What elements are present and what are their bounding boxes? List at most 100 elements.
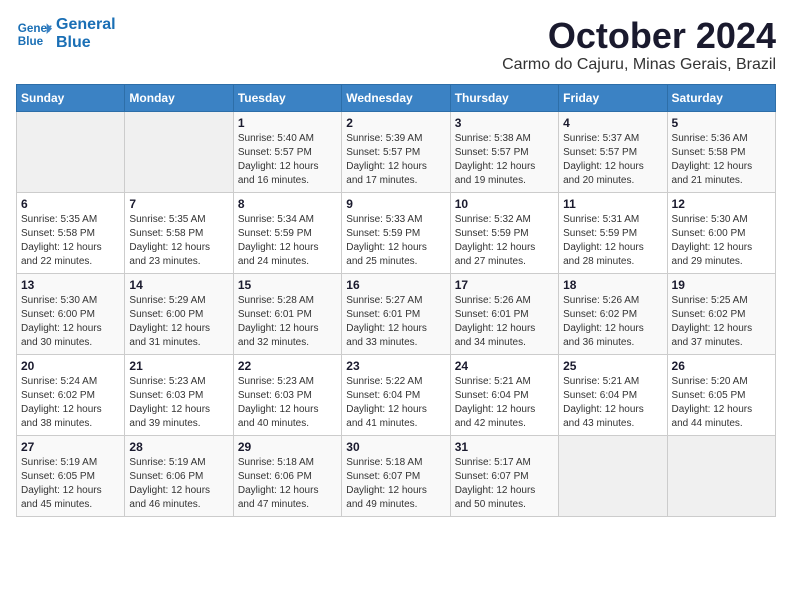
calendar-cell: 17 Sunrise: 5:26 AMSunset: 6:01 PMDayligh…: [450, 273, 558, 354]
day-number: 4: [563, 116, 662, 130]
calendar-cell: 15 Sunrise: 5:28 AMSunset: 6:01 PMDayligh…: [233, 273, 341, 354]
day-number: 14: [129, 278, 228, 292]
calendar-cell: 18 Sunrise: 5:26 AMSunset: 6:02 PMDayligh…: [559, 273, 667, 354]
day-info: Sunrise: 5:28 AMSunset: 6:01 PMDaylight:…: [238, 294, 337, 350]
weekday-header-wednesday: Wednesday: [342, 84, 450, 111]
calendar-cell: 22 Sunrise: 5:23 AMSunset: 6:03 PMDayligh…: [233, 354, 341, 435]
day-number: 29: [238, 440, 337, 454]
calendar-cell: 6Sunrise: 5:35 AMSunset: 5:58 PMDaylight…: [17, 192, 125, 273]
day-number: 13: [21, 278, 120, 292]
calendar-cell: 21 Sunrise: 5:23 AMSunset: 6:03 PMDayligh…: [125, 354, 233, 435]
day-info: Sunrise: 5:36 AMSunset: 5:58 PMDaylight:…: [672, 132, 771, 188]
day-number: 3: [455, 116, 554, 130]
day-info: Sunrise: 5:20 AMSunset: 6:05 PMDaylight:…: [672, 375, 771, 431]
week-row-1: 6Sunrise: 5:35 AMSunset: 5:58 PMDaylight…: [17, 192, 776, 273]
day-info: Sunrise: 5:38 AMSunset: 5:57 PMDaylight:…: [455, 132, 554, 188]
day-number: 26: [672, 359, 771, 373]
day-number: 27: [21, 440, 120, 454]
calendar-cell: 8 Sunrise: 5:34 AMSunset: 5:59 PMDaylight…: [233, 192, 341, 273]
calendar-cell: 24 Sunrise: 5:21 AMSunset: 6:04 PMDayligh…: [450, 354, 558, 435]
day-info: Sunrise: 5:26 AMSunset: 6:01 PMDaylight:…: [455, 294, 554, 350]
day-number: 31: [455, 440, 554, 454]
day-number: 23: [346, 359, 445, 373]
day-info: Sunrise: 5:23 AMSunset: 6:03 PMDaylight:…: [238, 375, 337, 431]
calendar-cell: 4 Sunrise: 5:37 AMSunset: 5:57 PMDaylight…: [559, 111, 667, 192]
calendar-cell: 26 Sunrise: 5:20 AMSunset: 6:05 PMDayligh…: [667, 354, 775, 435]
calendar-cell: 5Sunrise: 5:36 AMSunset: 5:58 PMDaylight…: [667, 111, 775, 192]
day-info: Sunrise: 5:19 AMSunset: 6:05 PMDaylight:…: [21, 456, 120, 512]
week-row-0: 1 Sunrise: 5:40 AMSunset: 5:57 PMDaylight…: [17, 111, 776, 192]
day-info: Sunrise: 5:21 AMSunset: 6:04 PMDaylight:…: [455, 375, 554, 431]
calendar-table: SundayMondayTuesdayWednesdayThursdayFrid…: [16, 84, 776, 517]
main-title: October 2024: [502, 16, 776, 56]
weekday-header-friday: Friday: [559, 84, 667, 111]
subtitle: Carmo do Cajuru, Minas Gerais, Brazil: [502, 56, 776, 74]
logo-icon: General Blue: [16, 16, 52, 52]
day-number: 8: [238, 197, 337, 211]
calendar-cell: 1 Sunrise: 5:40 AMSunset: 5:57 PMDaylight…: [233, 111, 341, 192]
calendar-cell: 29 Sunrise: 5:18 AMSunset: 6:06 PMDayligh…: [233, 435, 341, 516]
day-info: Sunrise: 5:29 AMSunset: 6:00 PMDaylight:…: [129, 294, 228, 350]
calendar-cell: [667, 435, 775, 516]
day-info: Sunrise: 5:23 AMSunset: 6:03 PMDaylight:…: [129, 375, 228, 431]
calendar-cell: 9 Sunrise: 5:33 AMSunset: 5:59 PMDaylight…: [342, 192, 450, 273]
day-info: Sunrise: 5:33 AMSunset: 5:59 PMDaylight:…: [346, 213, 445, 269]
day-number: 9: [346, 197, 445, 211]
weekday-header-row: SundayMondayTuesdayWednesdayThursdayFrid…: [17, 84, 776, 111]
day-info: Sunrise: 5:21 AMSunset: 6:04 PMDaylight:…: [563, 375, 662, 431]
day-info: Sunrise: 5:32 AMSunset: 5:59 PMDaylight:…: [455, 213, 554, 269]
day-number: 16: [346, 278, 445, 292]
week-row-4: 27 Sunrise: 5:19 AMSunset: 6:05 PMDayligh…: [17, 435, 776, 516]
calendar-cell: 2Sunrise: 5:39 AMSunset: 5:57 PMDaylight…: [342, 111, 450, 192]
day-number: 15: [238, 278, 337, 292]
day-number: 17: [455, 278, 554, 292]
logo: General Blue GeneralBlue: [16, 16, 116, 52]
day-info: Sunrise: 5:18 AMSunset: 6:06 PMDaylight:…: [238, 456, 337, 512]
day-number: 28: [129, 440, 228, 454]
calendar-cell: 27 Sunrise: 5:19 AMSunset: 6:05 PMDayligh…: [17, 435, 125, 516]
calendar-cell: 28Sunrise: 5:19 AMSunset: 6:06 PMDayligh…: [125, 435, 233, 516]
week-row-3: 20 Sunrise: 5:24 AMSunset: 6:02 PMDayligh…: [17, 354, 776, 435]
calendar-cell: 30 Sunrise: 5:18 AMSunset: 6:07 PMDayligh…: [342, 435, 450, 516]
svg-text:Blue: Blue: [18, 35, 44, 48]
day-number: 24: [455, 359, 554, 373]
day-number: 22: [238, 359, 337, 373]
day-info: Sunrise: 5:35 AMSunset: 5:58 PMDaylight:…: [129, 213, 228, 269]
day-info: Sunrise: 5:31 AMSunset: 5:59 PMDaylight:…: [563, 213, 662, 269]
weekday-header-sunday: Sunday: [17, 84, 125, 111]
day-info: Sunrise: 5:18 AMSunset: 6:07 PMDaylight:…: [346, 456, 445, 512]
day-info: Sunrise: 5:26 AMSunset: 6:02 PMDaylight:…: [563, 294, 662, 350]
calendar-cell: 3 Sunrise: 5:38 AMSunset: 5:57 PMDaylight…: [450, 111, 558, 192]
day-number: 12: [672, 197, 771, 211]
calendar-cell: 25 Sunrise: 5:21 AMSunset: 6:04 PMDayligh…: [559, 354, 667, 435]
day-info: Sunrise: 5:34 AMSunset: 5:59 PMDaylight:…: [238, 213, 337, 269]
day-info: Sunrise: 5:30 AMSunset: 6:00 PMDaylight:…: [672, 213, 771, 269]
day-info: Sunrise: 5:24 AMSunset: 6:02 PMDaylight:…: [21, 375, 120, 431]
day-number: 18: [563, 278, 662, 292]
calendar-cell: [17, 111, 125, 192]
calendar-cell: 14 Sunrise: 5:29 AMSunset: 6:00 PMDayligh…: [125, 273, 233, 354]
day-number: 25: [563, 359, 662, 373]
calendar-cell: 12 Sunrise: 5:30 AMSunset: 6:00 PMDayligh…: [667, 192, 775, 273]
day-info: Sunrise: 5:37 AMSunset: 5:57 PMDaylight:…: [563, 132, 662, 188]
day-info: Sunrise: 5:25 AMSunset: 6:02 PMDaylight:…: [672, 294, 771, 350]
header: General Blue GeneralBlue October 2024 Ca…: [16, 16, 776, 74]
calendar-cell: [559, 435, 667, 516]
calendar-cell: 11 Sunrise: 5:31 AMSunset: 5:59 PMDayligh…: [559, 192, 667, 273]
day-info: Sunrise: 5:27 AMSunset: 6:01 PMDaylight:…: [346, 294, 445, 350]
day-number: 30: [346, 440, 445, 454]
day-info: Sunrise: 5:39 AMSunset: 5:57 PMDaylight:…: [346, 132, 445, 188]
calendar-cell: 13Sunrise: 5:30 AMSunset: 6:00 PMDayligh…: [17, 273, 125, 354]
day-number: 21: [129, 359, 228, 373]
weekday-header-saturday: Saturday: [667, 84, 775, 111]
title-area: October 2024 Carmo do Cajuru, Minas Gera…: [502, 16, 776, 74]
day-number: 1: [238, 116, 337, 130]
calendar-cell: 16 Sunrise: 5:27 AMSunset: 6:01 PMDayligh…: [342, 273, 450, 354]
day-info: Sunrise: 5:40 AMSunset: 5:57 PMDaylight:…: [238, 132, 337, 188]
calendar-cell: 20 Sunrise: 5:24 AMSunset: 6:02 PMDayligh…: [17, 354, 125, 435]
day-number: 11: [563, 197, 662, 211]
logo-text: GeneralBlue: [56, 16, 116, 51]
weekday-header-tuesday: Tuesday: [233, 84, 341, 111]
calendar-cell: 31Sunrise: 5:17 AMSunset: 6:07 PMDayligh…: [450, 435, 558, 516]
day-number: 20: [21, 359, 120, 373]
